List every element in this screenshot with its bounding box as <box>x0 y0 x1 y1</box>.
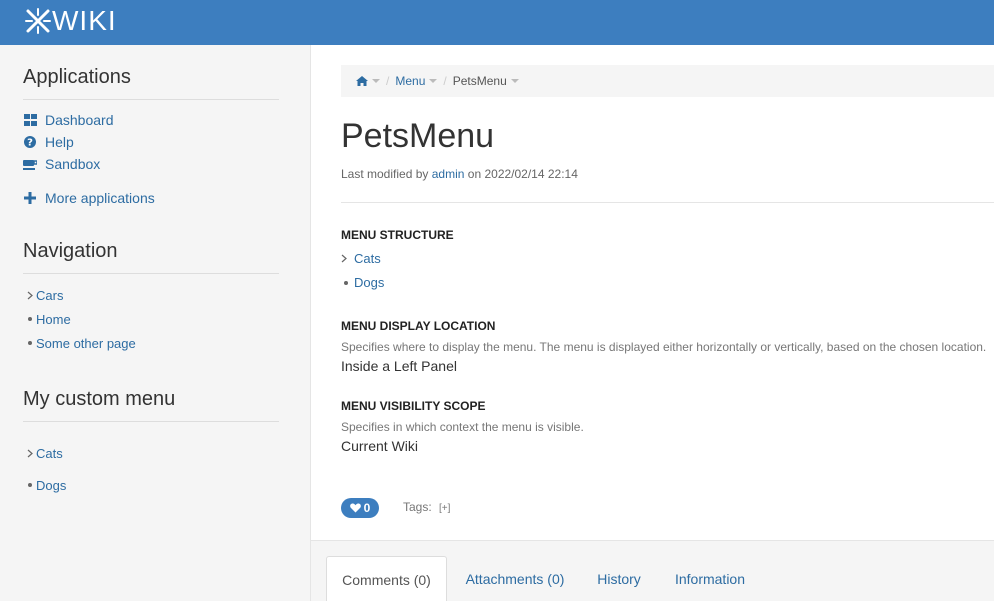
bullet-icon <box>341 280 354 285</box>
add-tag-button[interactable]: [+] <box>439 503 450 514</box>
heart-icon <box>349 503 361 513</box>
chevron-right-icon <box>23 291 36 300</box>
xwiki-logo-mark-icon <box>25 8 51 34</box>
chevron-down-icon[interactable] <box>510 79 519 83</box>
like-count: 0 <box>363 501 371 515</box>
chevron-down-icon[interactable] <box>429 79 438 83</box>
tab-history[interactable]: History <box>586 556 652 601</box>
svg-text:?: ? <box>27 138 33 149</box>
document-tabs: Comments (0) Attachments (0) History Inf… <box>311 540 994 601</box>
visibility-scope-hint: Specifies in which context the menu is v… <box>341 420 584 434</box>
tags-area: Tags: [+] <box>403 500 450 514</box>
breadcrumb-item-menu[interactable]: Menu <box>395 74 425 88</box>
display-location-hint: Specifies where to display the menu. The… <box>341 340 987 354</box>
author-link[interactable]: admin <box>432 167 465 181</box>
tags-label: Tags: <box>403 500 432 514</box>
display-location-label: MENU DISPLAY LOCATION <box>341 319 496 333</box>
main-content: / Menu / PetsMenu PetsMenu Last modified… <box>311 45 994 540</box>
bullet-icon <box>23 483 36 487</box>
more-applications-label: More applications <box>45 190 155 206</box>
like-button[interactable]: 0 <box>341 498 379 518</box>
breadcrumb-item-current: PetsMenu <box>452 74 507 88</box>
help-icon: ? <box>23 135 37 149</box>
menu-structure-item-dogs[interactable]: Dogs <box>341 275 384 290</box>
bullet-icon <box>23 341 36 345</box>
dashboard-icon <box>23 113 37 127</box>
applications-panel: Applications Dashboard ? Help Sandbox Mo… <box>23 66 279 209</box>
custom-menu-item-label: Cats <box>36 445 63 461</box>
left-sidebar: Applications Dashboard ? Help Sandbox Mo… <box>0 45 311 601</box>
last-modified-middle: on <box>467 167 482 181</box>
custom-menu-item-dogs[interactable]: Dogs <box>23 473 279 497</box>
nav-item-some-other-page[interactable]: Some other page <box>23 331 279 355</box>
nav-item-home[interactable]: Home <box>23 307 279 331</box>
menu-structure-item-cats[interactable]: Cats <box>341 251 381 266</box>
breadcrumb-separator: / <box>443 74 447 88</box>
tab-information[interactable]: Information <box>666 556 754 601</box>
custom-menu-list: Cats Dogs <box>23 441 279 497</box>
custom-menu-item-cats[interactable]: Cats <box>23 441 279 465</box>
tab-comments[interactable]: Comments (0) <box>326 556 447 601</box>
more-applications-link[interactable]: More applications <box>23 187 279 209</box>
sandbox-icon <box>23 157 37 171</box>
chevron-right-icon <box>23 449 36 458</box>
tab-attachments[interactable]: Attachments (0) <box>456 556 574 601</box>
last-modified-date: 2022/02/14 22:14 <box>484 167 578 181</box>
navigation-panel-title: Navigation <box>23 240 279 274</box>
visibility-scope-value: Current Wiki <box>341 438 419 454</box>
breadcrumb: / Menu / PetsMenu <box>341 65 994 97</box>
menu-structure-item-label: Cats <box>354 251 381 266</box>
last-modified-info: Last modified by admin on 2022/02/14 22:… <box>341 167 578 181</box>
top-bar: WIKI <box>0 0 994 45</box>
page-title: PetsMenu <box>341 117 495 155</box>
sidebar-item-label: Sandbox <box>45 156 101 172</box>
sidebar-item-sandbox[interactable]: Sandbox <box>23 153 279 175</box>
applications-list: Dashboard ? Help Sandbox <box>23 109 279 175</box>
plus-icon <box>23 191 37 205</box>
visibility-scope-label: MENU VISIBILITY SCOPE <box>341 399 486 413</box>
content-divider <box>341 202 994 203</box>
chevron-down-icon[interactable] <box>372 79 380 83</box>
nav-item-label: Home <box>36 311 71 327</box>
nav-item-label: Some other page <box>36 335 136 351</box>
navigation-panel: Navigation Cars Home Some other page <box>23 240 279 355</box>
applications-panel-title: Applications <box>23 66 279 100</box>
nav-item-label: Cars <box>36 287 64 303</box>
sidebar-item-label: Dashboard <box>45 112 114 128</box>
nav-item-cars[interactable]: Cars <box>23 283 279 307</box>
navigation-list: Cars Home Some other page <box>23 283 279 355</box>
menu-structure-label: MENU STRUCTURE <box>341 228 454 242</box>
sidebar-item-dashboard[interactable]: Dashboard <box>23 109 279 131</box>
logo-text: WIKI <box>52 5 117 36</box>
custom-menu-panel: My custom menu Cats Dogs <box>23 388 279 497</box>
custom-menu-item-label: Dogs <box>36 477 67 493</box>
menu-structure-item-label: Dogs <box>354 275 385 290</box>
home-icon[interactable] <box>356 76 368 86</box>
display-location-value: Inside a Left Panel <box>341 358 457 374</box>
sidebar-item-help[interactable]: ? Help <box>23 131 279 153</box>
breadcrumb-separator: / <box>386 74 390 88</box>
bullet-icon <box>23 317 36 321</box>
chevron-right-icon <box>341 254 354 263</box>
last-modified-prefix: Last modified by <box>341 167 429 181</box>
sidebar-item-label: Help <box>45 134 74 150</box>
xwiki-logo[interactable]: WIKI <box>25 6 117 36</box>
custom-menu-panel-title: My custom menu <box>23 388 279 422</box>
